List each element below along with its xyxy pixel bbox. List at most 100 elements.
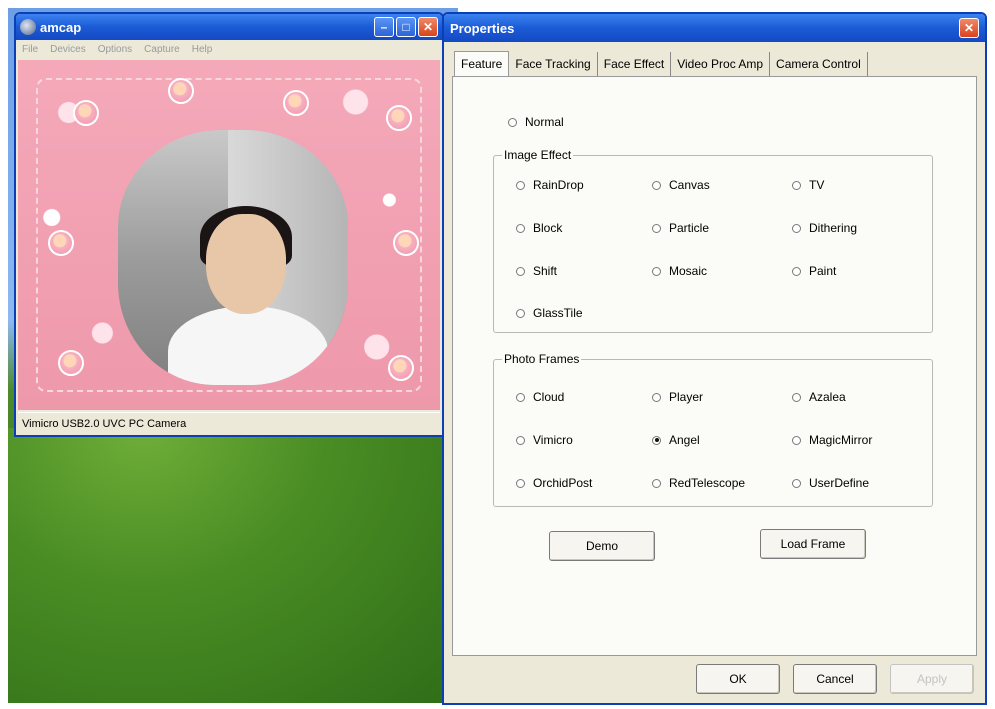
properties-title: Properties <box>450 20 515 36</box>
radio-label: Canvas <box>669 178 710 192</box>
cancel-button[interactable]: Cancel <box>793 664 877 694</box>
load-frame-button[interactable]: Load Frame <box>760 529 866 559</box>
radio-dot <box>792 223 801 233</box>
radio-dot <box>516 435 525 445</box>
radio-dot-selected <box>652 435 661 445</box>
radio-label: Dithering <box>809 221 858 235</box>
tab-video-proc-amp[interactable]: Video Proc Amp <box>671 52 771 76</box>
tab-strip: Feature Face Tracking Face Effect Video … <box>454 50 868 76</box>
close-button[interactable]: ✕ <box>959 18 979 38</box>
person-head <box>206 214 286 314</box>
radio-dot <box>652 266 661 276</box>
image-effect-group: Image Effect RainDrop Canvas TV Block Pa… <box>493 148 933 333</box>
radio-shift[interactable]: Shift <box>516 264 557 278</box>
radio-label: UserDefine <box>809 476 870 490</box>
radio-dot <box>516 223 525 233</box>
demo-button[interactable]: Demo <box>549 531 655 561</box>
radio-cloud[interactable]: Cloud <box>516 390 564 404</box>
angel-sticker <box>388 355 414 381</box>
menu-capture[interactable]: Capture <box>144 44 180 55</box>
radio-dot <box>516 478 525 488</box>
radio-dot <box>792 180 801 190</box>
angel-sticker <box>58 350 84 376</box>
tab-feature[interactable]: Feature <box>454 51 510 76</box>
radio-label: GlassTile <box>533 306 583 320</box>
properties-dialog: Properties ✕ Feature Face Tracking Face … <box>442 12 987 705</box>
radio-label: Azalea <box>809 390 846 404</box>
radio-userdefine[interactable]: UserDefine <box>792 476 869 490</box>
radio-paint[interactable]: Paint <box>792 264 836 278</box>
amcap-window: amcap – □ ✕ File Devices Options Capture… <box>14 12 444 437</box>
radio-orchidpost[interactable]: OrchidPost <box>516 476 592 490</box>
angel-sticker <box>393 230 419 256</box>
radio-dot <box>652 392 661 402</box>
radio-label: Vimicro <box>533 433 573 447</box>
wallpaper-hills <box>8 428 458 703</box>
camera-preview <box>18 60 440 410</box>
radio-particle[interactable]: Particle <box>652 221 709 235</box>
radio-label: Paint <box>809 264 837 278</box>
radio-dot <box>508 117 517 127</box>
radio-dot <box>792 435 801 445</box>
radio-redtelescope[interactable]: RedTelescope <box>652 476 745 490</box>
radio-magicmirror[interactable]: MagicMirror <box>792 433 872 447</box>
radio-player[interactable]: Player <box>652 390 703 404</box>
properties-titlebar[interactable]: Properties ✕ <box>444 14 985 42</box>
radio-raindrop[interactable]: RainDrop <box>516 178 584 192</box>
radio-dot <box>792 266 801 276</box>
maximize-button[interactable]: □ <box>396 17 416 37</box>
angel-sticker <box>283 90 309 116</box>
amcap-statusbar: Vimicro USB2.0 UVC PC Camera <box>18 412 440 434</box>
radio-dithering[interactable]: Dithering <box>792 221 857 235</box>
menu-file[interactable]: File <box>22 44 38 55</box>
radio-label: Normal <box>525 115 564 129</box>
amcap-titlebar[interactable]: amcap – □ ✕ <box>16 14 442 40</box>
radio-azalea[interactable]: Azalea <box>792 390 846 404</box>
radio-dot <box>792 392 801 402</box>
minimize-button[interactable]: – <box>374 17 394 37</box>
close-button[interactable]: ✕ <box>418 17 438 37</box>
webcam-app-icon <box>20 19 36 35</box>
radio-label: Shift <box>533 264 558 278</box>
tab-face-tracking[interactable]: Face Tracking <box>509 52 598 76</box>
amcap-menubar: File Devices Options Capture Help <box>16 40 442 58</box>
radio-label: Angel <box>669 433 700 447</box>
radio-canvas[interactable]: Canvas <box>652 178 710 192</box>
radio-mosaic[interactable]: Mosaic <box>652 264 707 278</box>
radio-label: TV <box>809 178 825 192</box>
group-label: Photo Frames <box>502 352 582 366</box>
radio-dot <box>652 223 661 233</box>
photo-frames-group: Photo Frames Cloud Player Azalea Vimicro… <box>493 352 933 507</box>
feature-tab-panel: Normal Image Effect RainDrop Canvas TV B… <box>452 76 977 656</box>
angel-sticker <box>48 230 74 256</box>
radio-angel[interactable]: Angel <box>652 433 700 447</box>
apply-button: Apply <box>890 664 974 694</box>
radio-label: RedTelescope <box>669 476 746 490</box>
radio-dot <box>792 478 801 488</box>
menu-options[interactable]: Options <box>98 44 132 55</box>
radio-label: RainDrop <box>533 178 584 192</box>
radio-label: Cloud <box>533 390 565 404</box>
radio-block[interactable]: Block <box>516 221 562 235</box>
tab-camera-control[interactable]: Camera Control <box>770 52 868 76</box>
radio-dot <box>652 180 661 190</box>
radio-glasstile[interactable]: GlassTile <box>516 306 583 320</box>
radio-label: MagicMirror <box>809 433 873 447</box>
radio-normal[interactable]: Normal <box>508 115 564 129</box>
radio-tv[interactable]: TV <box>792 178 824 192</box>
ok-button[interactable]: OK <box>696 664 780 694</box>
radio-dot <box>652 478 661 488</box>
radio-dot <box>516 308 525 318</box>
radio-label: Particle <box>669 221 710 235</box>
radio-dot <box>516 392 525 402</box>
radio-dot <box>516 180 525 190</box>
camera-device-name: Vimicro USB2.0 UVC PC Camera <box>22 417 187 430</box>
radio-label: Block <box>533 221 563 235</box>
radio-vimicro[interactable]: Vimicro <box>516 433 573 447</box>
radio-label: OrchidPost <box>533 476 593 490</box>
menu-help[interactable]: Help <box>192 44 213 55</box>
angel-sticker <box>73 100 99 126</box>
tab-face-effect[interactable]: Face Effect <box>597 52 672 76</box>
menu-devices[interactable]: Devices <box>50 44 86 55</box>
angel-sticker <box>386 105 412 131</box>
